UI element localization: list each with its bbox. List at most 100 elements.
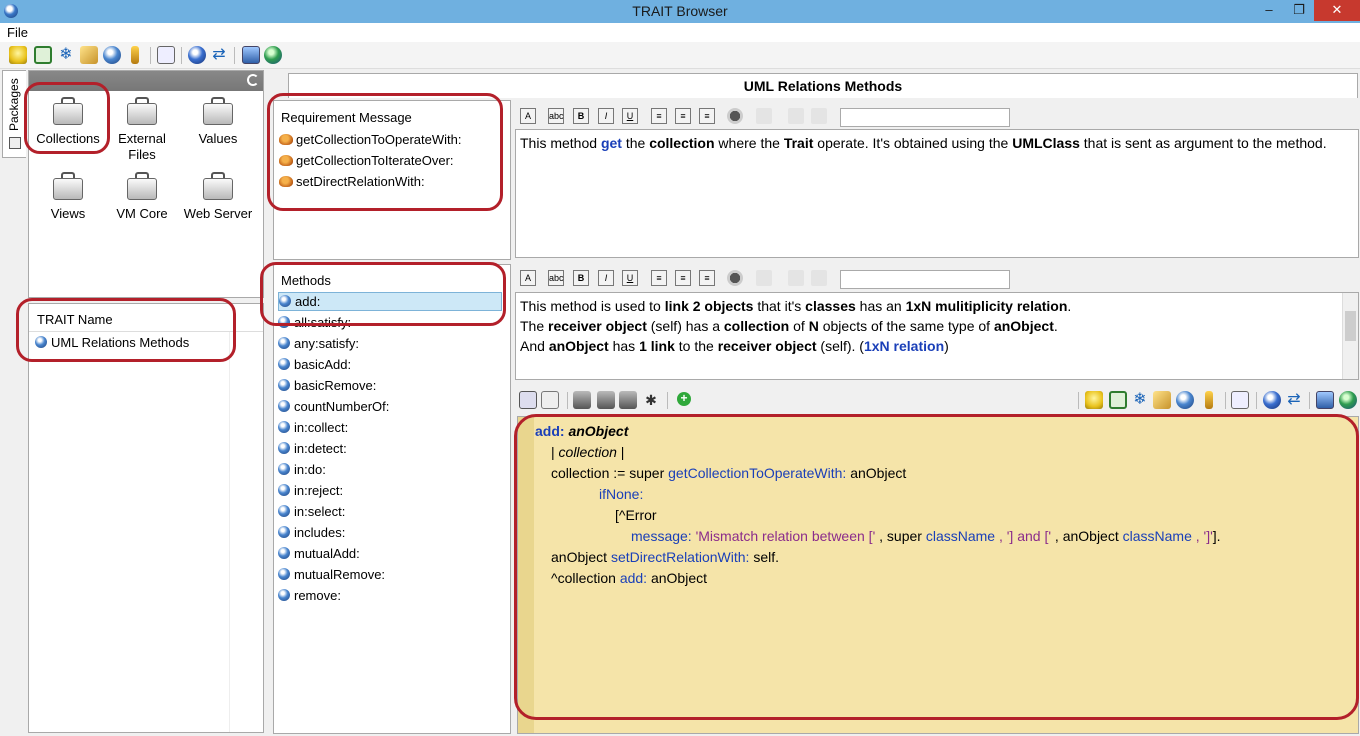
format-button[interactable]: B xyxy=(573,270,589,286)
page-title: UML Relations Methods xyxy=(743,78,903,94)
method-item[interactable]: in:detect: xyxy=(278,439,347,459)
package-external-files[interactable]: External Files xyxy=(103,97,181,163)
hourglass-3-icon[interactable] xyxy=(619,391,637,409)
package-web-server[interactable]: Web Server xyxy=(179,172,257,222)
lightbulb-icon[interactable] xyxy=(1085,391,1103,409)
package-icon xyxy=(127,172,157,200)
monitor-icon[interactable] xyxy=(242,46,260,64)
method-item[interactable]: in:select: xyxy=(278,502,345,522)
earth-icon[interactable] xyxy=(1339,391,1357,409)
method-doc-scrollbar[interactable] xyxy=(1342,293,1358,379)
bug-icon[interactable]: ✱ xyxy=(642,391,660,409)
green-square-icon[interactable] xyxy=(34,46,52,64)
code-editor[interactable]: add: anObject | collection | collection … xyxy=(517,416,1359,734)
format-button[interactable]: I xyxy=(598,270,614,286)
method-item[interactable]: all:satisfy: xyxy=(278,313,351,333)
close-button[interactable]: ✕ xyxy=(1314,0,1360,21)
format-button[interactable]: A xyxy=(520,270,536,286)
image-icon[interactable] xyxy=(756,270,772,286)
method-font-select[interactable] xyxy=(840,270,1010,289)
requirement-font-select[interactable] xyxy=(840,108,1010,127)
earth-icon[interactable] xyxy=(264,46,282,64)
method-item[interactable]: includes: xyxy=(278,523,345,543)
package-label: VM Core xyxy=(116,206,168,221)
pin-icon[interactable] xyxy=(788,108,804,124)
format-button[interactable]: A xyxy=(520,108,536,124)
code-line: ifNone: xyxy=(599,486,644,502)
snowflake-icon[interactable]: ❄ xyxy=(57,46,75,64)
search-globe-icon[interactable] xyxy=(188,46,206,64)
requirement-item[interactable]: getCollectionToOperateWith: xyxy=(279,130,461,150)
package-icon xyxy=(203,172,233,200)
globe-icon xyxy=(278,484,290,496)
refresh-icon[interactable]: ⇄ xyxy=(1285,391,1303,409)
brush-icon[interactable] xyxy=(1205,391,1213,409)
binoculars-icon[interactable] xyxy=(811,108,827,124)
format-button[interactable]: ≡ xyxy=(651,270,667,286)
method-item[interactable]: in:do: xyxy=(278,460,326,480)
method-item[interactable]: basicRemove: xyxy=(278,376,376,396)
format-button[interactable]: ≡ xyxy=(699,108,715,124)
format-button[interactable]: U xyxy=(622,108,638,124)
format-button[interactable]: B xyxy=(573,108,589,124)
menu-file[interactable]: File xyxy=(7,25,28,40)
tab-packages[interactable]: Packages xyxy=(2,70,26,158)
requirement-doc[interactable]: This method get the collection where the… xyxy=(515,129,1359,258)
method-item[interactable]: basicAdd: xyxy=(278,355,351,375)
method-item[interactable]: in:collect: xyxy=(278,418,348,438)
maximize-button[interactable]: ❐ xyxy=(1284,0,1314,21)
format-button[interactable]: abc xyxy=(548,108,564,124)
monitor-icon[interactable] xyxy=(1316,391,1334,409)
edit-icon[interactable] xyxy=(1231,391,1249,409)
method-item[interactable]: countNumberOf: xyxy=(278,397,389,417)
package-values[interactable]: Values xyxy=(179,97,257,147)
image-icon[interactable] xyxy=(756,108,772,124)
green-square-icon[interactable] xyxy=(1109,391,1127,409)
package-views[interactable]: Views xyxy=(29,172,107,222)
method-item[interactable]: mutualAdd: xyxy=(278,544,360,564)
format-button[interactable]: I xyxy=(598,108,614,124)
snowflake-icon[interactable]: ❄ xyxy=(1131,391,1149,409)
lightbulb-icon[interactable] xyxy=(9,46,27,64)
contrast-icon[interactable] xyxy=(727,108,743,124)
requirement-label: getCollectionToOperateWith: xyxy=(296,132,462,147)
script-icon[interactable] xyxy=(80,46,98,64)
format-button[interactable]: abc xyxy=(548,270,564,286)
refresh-icon[interactable]: ⇄ xyxy=(210,46,228,64)
contrast-icon[interactable] xyxy=(727,270,743,286)
method-item[interactable]: any:satisfy: xyxy=(278,334,359,354)
method-item[interactable]: mutualRemove: xyxy=(278,565,385,585)
edit-icon[interactable] xyxy=(157,46,175,64)
method-label: in:detect: xyxy=(294,441,347,456)
save-icon[interactable] xyxy=(519,391,537,409)
print-icon[interactable] xyxy=(541,391,559,409)
format-button[interactable]: ≡ xyxy=(699,270,715,286)
script-icon[interactable] xyxy=(1153,391,1171,409)
brush-icon[interactable] xyxy=(131,46,139,64)
pin-icon[interactable] xyxy=(788,270,804,286)
method-item[interactable]: remove: xyxy=(278,586,341,606)
search-globe-icon[interactable] xyxy=(1263,391,1281,409)
method-doc[interactable]: This method is used to link 2 objects th… xyxy=(515,292,1359,380)
refresh-packages-icon[interactable] xyxy=(247,74,259,86)
package-collections[interactable]: Collections xyxy=(29,97,107,147)
method-item[interactable]: in:reject: xyxy=(278,481,343,501)
hourglass-2-icon[interactable] xyxy=(597,391,615,409)
globe-icon[interactable] xyxy=(1176,391,1194,409)
method-item[interactable]: add: xyxy=(278,292,502,311)
hourglass-icon[interactable] xyxy=(573,391,591,409)
globe-icon[interactable] xyxy=(103,46,121,64)
minimize-button[interactable]: – xyxy=(1254,0,1284,21)
add-icon[interactable]: + xyxy=(677,392,691,406)
requirement-item[interactable]: setDirectRelationWith: xyxy=(279,172,425,192)
format-button[interactable]: ≡ xyxy=(675,108,691,124)
package-vm-core[interactable]: VM Core xyxy=(103,172,181,222)
format-button[interactable]: ≡ xyxy=(651,108,667,124)
trait-item[interactable]: UML Relations Methods xyxy=(35,333,189,353)
package-icon xyxy=(53,97,83,125)
format-button[interactable]: ≡ xyxy=(675,270,691,286)
method-doc-line-3: And anObject has 1 link to the receiver … xyxy=(520,338,949,354)
format-button[interactable]: U xyxy=(622,270,638,286)
requirement-item[interactable]: getCollectionToIterateOver: xyxy=(279,151,454,171)
binoculars-icon[interactable] xyxy=(811,270,827,286)
